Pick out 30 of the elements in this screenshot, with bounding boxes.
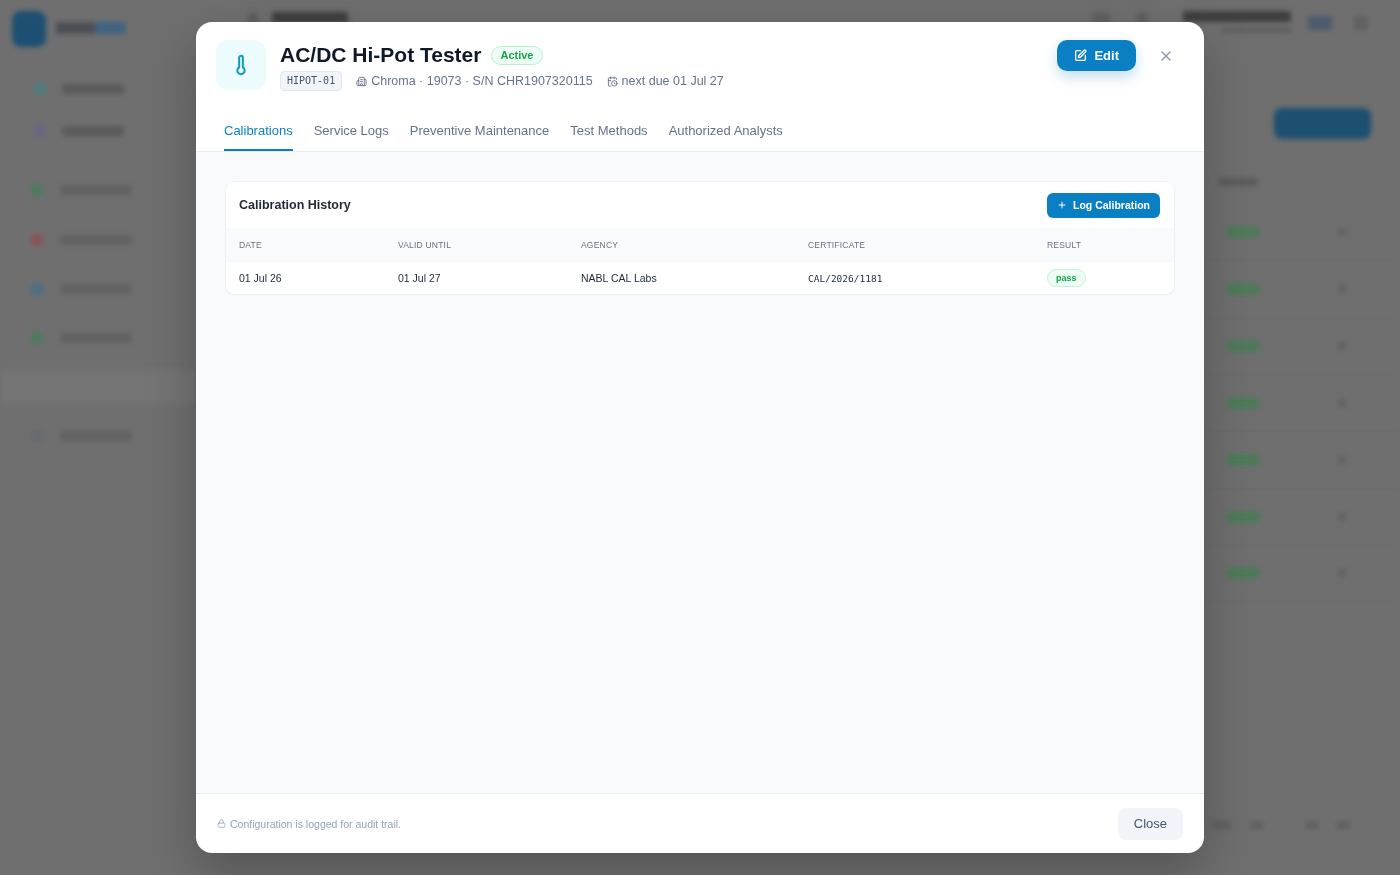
manufacturer-info: Chroma · 19073 · S/N CHR1907320115 (371, 74, 593, 88)
table-cell-text: 01 Jul 26 (239, 272, 283, 284)
column-header: DATE (239, 240, 263, 250)
tab[interactable]: Service Logs (313, 113, 389, 151)
close-button[interactable]: Close (1117, 807, 1183, 840)
log-calibration-button[interactable]: Log Calibration (1047, 192, 1160, 218)
tab[interactable]: Authorized Analysts (668, 113, 783, 151)
card-title: Calibration History (239, 198, 351, 212)
audit-note: Configuration is logged for audit trail. (230, 817, 401, 830)
column-header: CERTIFICATE (808, 240, 867, 250)
lock-icon (217, 819, 226, 828)
dialog-title: AC/DC Hi-Pot Tester (280, 42, 482, 68)
table-cell-text: NABL CAL Labs (581, 272, 658, 284)
plus-icon (1057, 200, 1067, 210)
status-badge: Active (491, 45, 543, 65)
asset-code-chip: HIPOT-01 (280, 71, 343, 91)
column-header: VALID UNTIL (398, 240, 453, 250)
tab[interactable]: Test Methods (570, 113, 648, 151)
pencil-square-icon (1074, 49, 1088, 62)
tab[interactable]: Preventive Maintenance (409, 113, 550, 151)
table-cell-text: 01 Jul 27 (398, 272, 442, 284)
table-cell-text: CAL/2026/1181 (808, 272, 884, 284)
calendar-clock-icon (606, 75, 618, 87)
column-header: AGENCY (581, 240, 620, 250)
edit-button[interactable]: Edit (1057, 40, 1136, 71)
thermometer-icon (216, 40, 266, 90)
column-header: RESULT (1047, 240, 1083, 250)
result-badge: pass (1047, 269, 1086, 287)
building-icon (356, 75, 368, 87)
next-due-date: next due 01 Jul 27 (621, 74, 724, 88)
